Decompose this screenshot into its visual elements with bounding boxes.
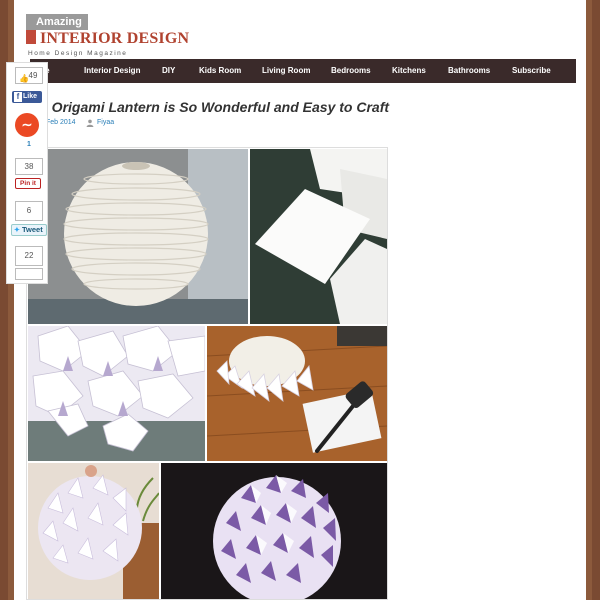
- photo-paper-sheets: [250, 149, 387, 324]
- pinterest-pin-button[interactable]: Pin it: [15, 178, 41, 189]
- stumbleupon-icon: ∼: [21, 117, 33, 132]
- collage-image: [26, 147, 388, 600]
- photo-illuminated-lantern: [161, 463, 387, 599]
- photo-origami-units: [28, 326, 205, 461]
- photo-finished-lantern-room: [28, 463, 159, 599]
- post-title[interactable]: s Origami Lantern is So Wonderful and Ea…: [40, 99, 389, 115]
- nav-item-interior-design[interactable]: Interior Design: [84, 59, 140, 83]
- thumbs-up-icon: 👍: [19, 74, 29, 83]
- photo-lantern-assembly: [207, 326, 387, 461]
- share-sidebar: 👍 49 f Like ∼ 1 38 Pin it 6 ✦ Tweet 22: [6, 62, 48, 284]
- tweet-label: Tweet: [22, 225, 43, 234]
- twitter-bird-icon: ✦: [14, 227, 20, 234]
- facebook-like-label: Like: [23, 93, 38, 100]
- share-button-extra[interactable]: [15, 268, 43, 280]
- logo-interior-design: INTERIOR DESIGN: [40, 30, 190, 47]
- nav-item-diy[interactable]: DIY: [162, 59, 175, 83]
- post-date[interactable]: Feb 2014: [46, 119, 76, 126]
- author-icon: [86, 119, 94, 127]
- site-logo[interactable]: Amazing INTERIOR DESIGN Home Design Maga…: [24, 12, 189, 57]
- tweet-button[interactable]: ✦ Tweet: [11, 224, 47, 236]
- logo-tagline: Home Design Magazine: [28, 50, 128, 57]
- frame-right-edge: [586, 0, 592, 600]
- logo-amazing: Amazing: [26, 14, 88, 30]
- nav-item-subscribe[interactable]: Subscribe: [512, 59, 551, 83]
- photo-paper-lantern: [28, 149, 248, 324]
- share-count-extra: 22: [15, 246, 43, 266]
- facebook-like-button[interactable]: f Like: [12, 91, 42, 103]
- main-nav: me Interior Design DIY Kids Room Living …: [30, 59, 576, 83]
- nav-item-bedrooms[interactable]: Bedrooms: [331, 59, 371, 83]
- nav-item-kids-room[interactable]: Kids Room: [199, 59, 241, 83]
- facebook-icon: f: [14, 92, 22, 102]
- nav-item-kitchens[interactable]: Kitchens: [392, 59, 426, 83]
- stumbleupon-count: 1: [27, 141, 31, 148]
- tweet-count: 6: [15, 201, 43, 221]
- post-author[interactable]: Fiyaa: [97, 119, 114, 126]
- nav-item-bathrooms[interactable]: Bathrooms: [448, 59, 490, 83]
- facebook-count: 👍 49: [15, 67, 43, 84]
- stumbleupon-button[interactable]: ∼: [15, 113, 39, 137]
- pinterest-count: 38: [15, 158, 43, 175]
- nav-item-living-room[interactable]: Living Room: [262, 59, 310, 83]
